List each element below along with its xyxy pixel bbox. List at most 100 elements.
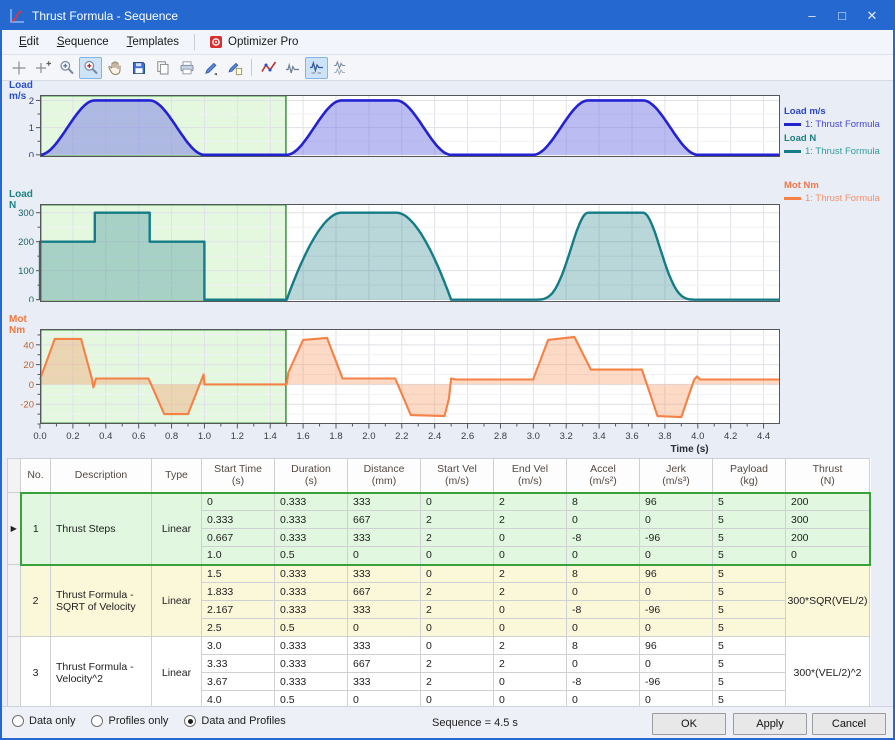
cell-thrust-formula[interactable]: 300*SQR(VEL/2) [786,565,870,637]
cell[interactable]: 0.667 [202,529,275,547]
cell[interactable]: 8 [567,493,640,511]
toolbar-pen-note-button[interactable] [223,57,246,79]
cell[interactable]: 2 [421,511,494,529]
cell[interactable]: 5 [713,565,786,583]
radio-data-only[interactable]: Data only [12,715,75,727]
cell[interactable]: 96 [640,565,713,583]
cell[interactable]: 0.333 [275,565,348,583]
chart-velocity[interactable]: 012 [2,95,784,157]
minimize-button[interactable]: – [797,5,827,27]
cell[interactable]: 5 [713,619,786,637]
cell[interactable]: 3.0 [202,637,275,655]
cell[interactable]: 0.5 [275,619,348,637]
cell[interactable]: 5 [713,583,786,601]
toolbar-crosshair-button[interactable] [7,57,30,79]
cell[interactable]: 2 [494,637,567,655]
cancel-button[interactable]: Cancel [812,713,886,735]
cell[interactable]: 2 [421,601,494,619]
cell[interactable]: 200 [786,493,870,511]
cell[interactable]: -96 [640,601,713,619]
cell[interactable]: 2.5 [202,619,275,637]
cell[interactable]: 0 [786,547,870,565]
close-button[interactable]: ✕ [857,5,887,27]
cell[interactable]: 0 [640,583,713,601]
cell[interactable]: 0 [494,547,567,565]
cell[interactable]: 0 [567,511,640,529]
cell-description[interactable]: Thrust Formula - SQRT of Velocity [51,565,152,637]
cell[interactable]: 0 [348,619,421,637]
row-selector[interactable] [8,565,21,637]
cell[interactable]: 0 [421,493,494,511]
toolbar-profile-numbers-button[interactable] [329,57,352,79]
toolbar-profile-wave-labels-button[interactable] [305,57,328,79]
cell[interactable]: 5 [713,655,786,673]
cell[interactable]: 0.333 [275,673,348,691]
menu-optimizer-pro[interactable]: Optimizer Pro [201,32,306,52]
cell[interactable]: 0 [567,655,640,673]
cell[interactable]: 1.0 [202,547,275,565]
cell[interactable]: 0.333 [275,529,348,547]
cell[interactable]: 0.333 [275,655,348,673]
toolbar-zoom-in-button[interactable] [55,57,78,79]
cell[interactable]: 0 [494,673,567,691]
cell[interactable]: 8 [567,637,640,655]
cell[interactable]: 0.5 [275,547,348,565]
cell-description[interactable]: Thrust Steps [51,493,152,565]
radio-data-and-profiles[interactable]: Data and Profiles [184,715,285,727]
cell[interactable]: 0 [202,493,275,511]
row-selector[interactable]: ▶ [8,493,21,565]
cell[interactable]: 3.67 [202,673,275,691]
cell[interactable]: 200 [786,529,870,547]
cell[interactable]: 0 [640,619,713,637]
radio-profiles-only[interactable]: Profiles only [91,715,168,727]
cell[interactable]: 2 [421,529,494,547]
toolbar-zoom-region-button[interactable] [79,57,102,79]
toolbar-plot-points-button[interactable] [257,57,280,79]
toolbar-profile-wave-button[interactable] [281,57,304,79]
radio-icon[interactable] [184,715,196,727]
cell[interactable]: 5 [713,529,786,547]
cell-type[interactable]: Linear [152,565,202,637]
cell[interactable]: 5 [713,637,786,655]
cell[interactable]: 5 [713,547,786,565]
menu-templates[interactable]: Templates [118,32,188,52]
toolbar-save-button[interactable] [127,57,150,79]
radio-icon[interactable] [91,715,103,727]
cell-no[interactable]: 1 [21,493,51,565]
menu-sequence[interactable]: Sequence [48,32,118,52]
cell[interactable]: 0 [567,619,640,637]
cell[interactable]: 0.333 [275,511,348,529]
cell[interactable]: 333 [348,673,421,691]
cell[interactable]: 2 [494,583,567,601]
cell[interactable]: 0 [421,637,494,655]
cell[interactable]: 0 [421,565,494,583]
cell[interactable]: -8 [567,529,640,547]
cell[interactable]: 0.333 [275,637,348,655]
cell-type[interactable]: Linear [152,637,202,709]
cell[interactable]: 0 [421,547,494,565]
cell[interactable]: 0 [421,619,494,637]
cell[interactable]: 2 [494,511,567,529]
cell[interactable]: 2 [494,565,567,583]
cell[interactable]: 0 [494,601,567,619]
cell[interactable]: 3.33 [202,655,275,673]
cell[interactable]: -8 [567,601,640,619]
toolbar-pen-button[interactable] [199,57,222,79]
cell[interactable]: 0 [640,511,713,529]
toolbar-print-button[interactable] [175,57,198,79]
toolbar-pan-hand-button[interactable] [103,57,126,79]
cell[interactable]: 2 [494,493,567,511]
cell[interactable]: 333 [348,493,421,511]
cell-thrust-formula[interactable]: 300*(VEL/2)^2 [786,637,870,709]
chart-force[interactable]: 0100200300 [2,204,784,302]
cell[interactable]: -96 [640,673,713,691]
cell[interactable]: 0.333 [275,493,348,511]
cell[interactable]: 333 [348,529,421,547]
ok-button[interactable]: OK [652,713,726,735]
cell[interactable]: 0 [494,529,567,547]
cell[interactable]: 0 [640,655,713,673]
cell[interactable]: 667 [348,655,421,673]
maximize-button[interactable]: □ [827,5,857,27]
row-selector[interactable] [8,637,21,709]
cell-description[interactable]: Thrust Formula - Velocity^2 [51,637,152,709]
